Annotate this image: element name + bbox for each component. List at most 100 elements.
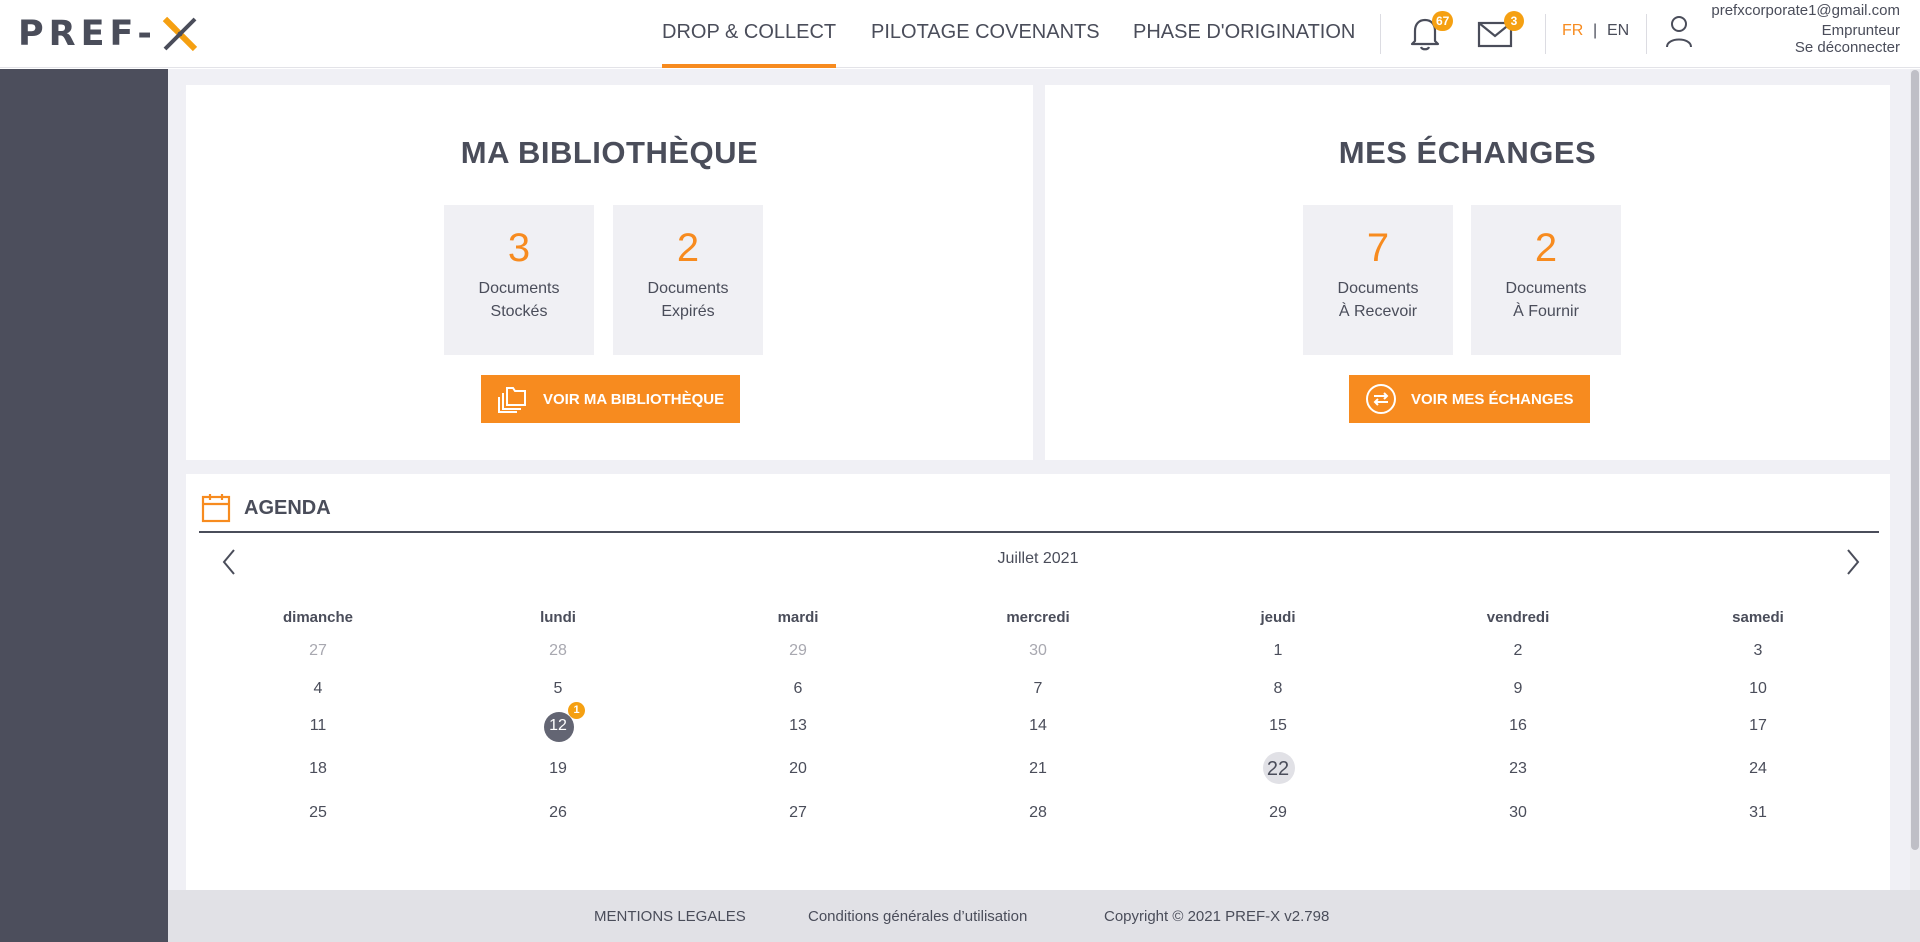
footer: MENTIONS LEGALES Conditions générales d’… — [168, 890, 1920, 942]
day-number: 21 — [1029, 760, 1047, 777]
day-number: 18 — [309, 760, 327, 777]
day-number: 28 — [1029, 804, 1047, 821]
user-icon — [1666, 16, 1692, 48]
stat-documents-to-provide[interactable]: 2 Documents À Fournir — [1471, 205, 1621, 355]
day-number: 22 — [1266, 758, 1290, 780]
header-divider — [1545, 14, 1546, 54]
notifications-badge: 67 — [1432, 11, 1454, 31]
day-number: 1 — [1273, 642, 1283, 659]
view-exchanges-button[interactable]: VOIR MES ÉCHANGES — [1349, 375, 1590, 423]
lang-en[interactable]: EN — [1607, 22, 1629, 40]
calendar-day[interactable]: 4 — [298, 680, 338, 698]
notifications-button[interactable]: 67 — [1407, 11, 1454, 54]
calendar-day[interactable]: 18 — [298, 760, 338, 778]
stat-expired-documents[interactable]: 2 Documents Expirés — [613, 205, 763, 355]
day-number: 24 — [1749, 760, 1767, 777]
calendar-day[interactable]: 20 — [778, 760, 818, 778]
calendar-day[interactable]: 11 — [298, 717, 338, 735]
exchange-icon — [1366, 384, 1396, 414]
view-library-button[interactable]: VOIR MA BIBLIOTHÈQUE — [481, 375, 741, 423]
calendar-day[interactable]: 21 — [1018, 760, 1058, 778]
logo[interactable]: PREF- — [18, 12, 201, 56]
calendar-day[interactable]: 31 — [1738, 804, 1778, 822]
day-number: 8 — [1273, 680, 1283, 697]
calendar-day[interactable]: 2 — [1498, 642, 1538, 660]
calendar-day-today[interactable]: 22 — [1258, 752, 1298, 784]
stat-label-line1: Documents — [478, 280, 560, 297]
calendar-day[interactable]: 23 — [1498, 760, 1538, 778]
day-number: 28 — [549, 642, 567, 659]
logout-link[interactable]: Se déconnecter — [1795, 39, 1900, 56]
terms-link[interactable]: Conditions générales d’utilisation — [808, 908, 1027, 925]
day-number: 6 — [793, 680, 803, 697]
calendar-day[interactable]: 30 — [1018, 642, 1058, 660]
calendar-day[interactable]: 9 — [1498, 680, 1538, 698]
stat-documents-to-receive[interactable]: 7 Documents À Recevoir — [1303, 205, 1453, 355]
legal-notice-link[interactable]: MENTIONS LEGALES — [594, 908, 746, 925]
stat-label-line1: Documents — [647, 280, 729, 297]
day-number: 10 — [1749, 680, 1767, 697]
user-profile-button[interactable] — [1664, 14, 1704, 54]
day-number: 27 — [789, 804, 807, 821]
calendar-day-event[interactable]: 12 1 — [538, 702, 585, 742]
lang-separator: | — [1593, 22, 1598, 39]
logo-text: PREF- — [18, 14, 157, 54]
library-icon — [498, 387, 526, 413]
calendar-day[interactable]: 14 — [1018, 717, 1058, 735]
nav-phase-origination[interactable]: PHASE D'ORIGINATION — [1133, 0, 1355, 68]
calendar-day[interactable]: 29 — [1258, 804, 1298, 822]
messages-badge: 3 — [1504, 11, 1524, 31]
calendar-day[interactable]: 26 — [538, 804, 578, 822]
day-number: 5 — [553, 680, 563, 697]
stat-label-line2: Expirés — [661, 303, 715, 320]
nav-drop-collect[interactable]: DROP & COLLECT — [662, 0, 837, 68]
day-number: 17 — [1749, 717, 1767, 734]
calendar-day[interactable]: 6 — [778, 680, 818, 698]
day-number: 30 — [1029, 642, 1047, 659]
copyright-text: Copyright © 2021 PREF-X v2.798 — [1104, 908, 1330, 925]
day-number: 29 — [789, 642, 807, 659]
nav-pilotage-covenants[interactable]: PILOTAGE COVENANTS — [871, 0, 1100, 68]
calendar-day[interactable]: 3 — [1738, 642, 1778, 660]
calendar-day[interactable]: 30 — [1498, 804, 1538, 822]
event-count-badge: 1 — [568, 702, 585, 719]
calendar-day[interactable]: 16 — [1498, 717, 1538, 735]
calendar-day[interactable]: 28 — [1018, 804, 1058, 822]
calendar-day[interactable]: 8 — [1258, 680, 1298, 698]
header-divider — [1380, 14, 1381, 54]
calendar-day[interactable]: 5 — [538, 680, 578, 698]
agenda-panel: AGENDA Juillet 2021 dimanche lundi mardi me… — [186, 474, 1890, 892]
messages-button[interactable]: 3 — [1476, 11, 1524, 54]
stat-value: 2 — [676, 226, 700, 270]
calendar-day[interactable]: 13 — [778, 717, 818, 735]
calendar-day[interactable]: 28 — [538, 642, 578, 660]
next-month-button[interactable] — [1838, 546, 1866, 578]
calendar-day[interactable]: 27 — [778, 804, 818, 822]
calendar-day[interactable]: 29 — [778, 642, 818, 660]
calendar-day[interactable]: 15 — [1258, 717, 1298, 735]
sidebar — [0, 69, 168, 942]
lang-fr[interactable]: FR — [1562, 22, 1583, 40]
calendar-day[interactable]: 19 — [538, 760, 578, 778]
calendar-day[interactable]: 10 — [1738, 680, 1778, 698]
calendar-day[interactable]: 17 — [1738, 717, 1778, 735]
day-number: 19 — [549, 760, 567, 777]
stat-label-line2: À Recevoir — [1338, 303, 1418, 320]
calendar-day[interactable]: 24 — [1738, 760, 1778, 778]
calendar-day[interactable]: 7 — [1018, 680, 1058, 698]
stat-label-line1: Documents — [1505, 280, 1587, 297]
calendar-day[interactable]: 25 — [298, 804, 338, 822]
scrollbar-thumb[interactable] — [1911, 70, 1919, 850]
view-library-label: VOIR MA BIBLIOTHÈQUE — [543, 390, 725, 408]
calendar-day[interactable]: 1 — [1258, 642, 1298, 660]
chevron-right-icon — [1847, 549, 1860, 575]
exchanges-title: MES ÉCHANGES — [1338, 135, 1597, 170]
top-header: PREF- DROP & COLLECT PILOTAGE COVENANTS … — [0, 0, 1920, 68]
calendar-day[interactable]: 27 — [298, 642, 338, 660]
weekday-header: mercredi — [1006, 609, 1070, 626]
stat-stored-documents[interactable]: 3 Documents Stockés — [444, 205, 594, 355]
agenda-divider — [199, 531, 1879, 533]
user-role: Emprunteur — [1821, 22, 1900, 39]
day-number: 30 — [1509, 804, 1527, 821]
day-number: 13 — [789, 717, 807, 734]
